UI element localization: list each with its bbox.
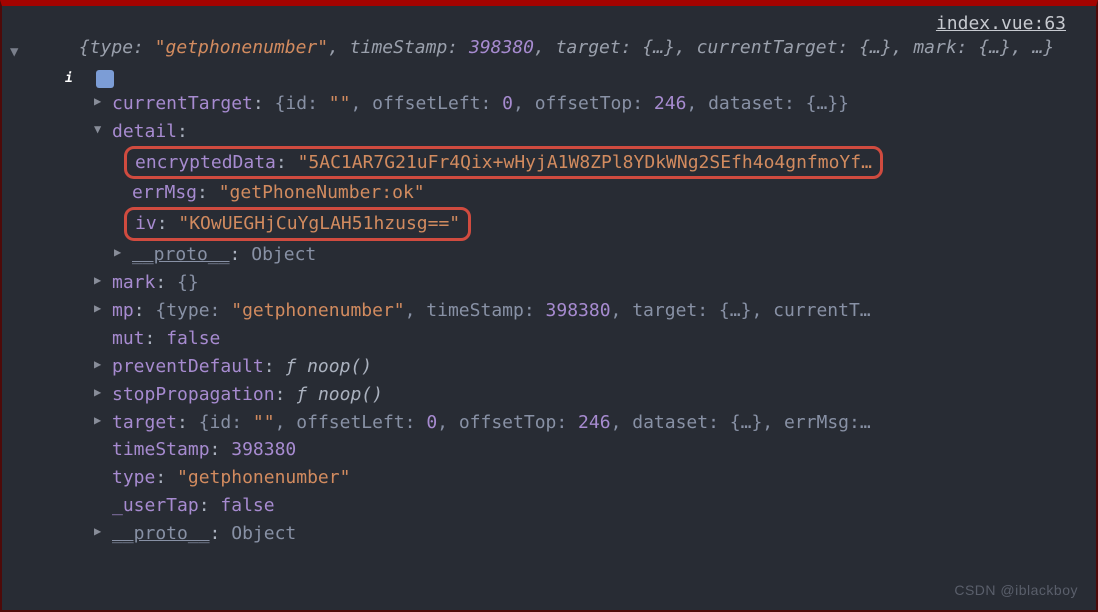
expand-arrow-down-icon[interactable]: ▼ bbox=[50, 42, 64, 64]
expand-arrow-right-icon[interactable]: ▶ bbox=[94, 355, 108, 374]
watermark: CSDN @iblackboy bbox=[954, 580, 1078, 602]
expand-arrow-right-icon[interactable]: ▶ bbox=[94, 383, 108, 402]
property-proto[interactable]: ▶ __proto__: Object bbox=[12, 520, 1086, 548]
expand-arrow-right-icon[interactable]: ▶ bbox=[94, 299, 108, 318]
property-errMsg[interactable]: ▶ errMsg: "getPhoneNumber:ok" bbox=[12, 179, 1086, 207]
property-currentTarget[interactable]: ▶ currentTarget: {id: "", offsetLeft: 0,… bbox=[12, 90, 1086, 118]
expand-arrow-right-icon[interactable]: ▶ bbox=[114, 243, 128, 262]
expand-arrow-right-icon[interactable]: ▶ bbox=[94, 271, 108, 290]
property-stopPropagation[interactable]: ▶ stopPropagation: ƒ noop() bbox=[12, 381, 1086, 409]
property-mark[interactable]: ▶ mark: {} bbox=[12, 269, 1086, 297]
info-icon[interactable]: i bbox=[96, 70, 114, 88]
property-mut[interactable]: ▶ mut: false bbox=[12, 325, 1086, 353]
property-encryptedData[interactable]: ▶ encryptedData: "5AC1AR7G21uFr4Qix+wHyj… bbox=[12, 146, 1086, 180]
source-link[interactable]: index.vue:63 bbox=[936, 10, 1066, 38]
object-summary[interactable]: ▼ {type: "getphonenumber", timeStamp: 39… bbox=[12, 34, 1086, 90]
property-iv[interactable]: ▶ iv: "KOwUEGHjCuYgLAH51hzusg==" bbox=[12, 207, 1086, 241]
property-preventDefault[interactable]: ▶ preventDefault: ƒ noop() bbox=[12, 353, 1086, 381]
property-userTap[interactable]: ▶ _userTap: false bbox=[12, 492, 1086, 520]
property-detail[interactable]: ▼ detail: bbox=[12, 118, 1086, 146]
expand-arrow-right-icon[interactable]: ▶ bbox=[94, 92, 108, 111]
property-timeStamp[interactable]: ▶ timeStamp: 398380 bbox=[12, 436, 1086, 464]
property-mp[interactable]: ▶ mp: {type: "getphonenumber", timeStamp… bbox=[12, 297, 1086, 325]
property-target[interactable]: ▶ target: {id: "", offsetLeft: 0, offset… bbox=[12, 409, 1086, 437]
expand-arrow-down-icon[interactable]: ▼ bbox=[94, 120, 108, 139]
console-log-object: ▼ {type: "getphonenumber", timeStamp: 39… bbox=[2, 6, 1096, 558]
highlight-iv: iv: "KOwUEGHjCuYgLAH51hzusg==" bbox=[124, 207, 471, 241]
expand-arrow-right-icon[interactable]: ▶ bbox=[94, 411, 108, 430]
property-type[interactable]: ▶ type: "getphonenumber" bbox=[12, 464, 1086, 492]
expand-arrow-right-icon[interactable]: ▶ bbox=[94, 522, 108, 541]
highlight-encryptedData: encryptedData: "5AC1AR7G21uFr4Qix+wHyjA1… bbox=[124, 146, 883, 180]
property-detail-proto[interactable]: ▶ __proto__: Object bbox=[12, 241, 1086, 269]
